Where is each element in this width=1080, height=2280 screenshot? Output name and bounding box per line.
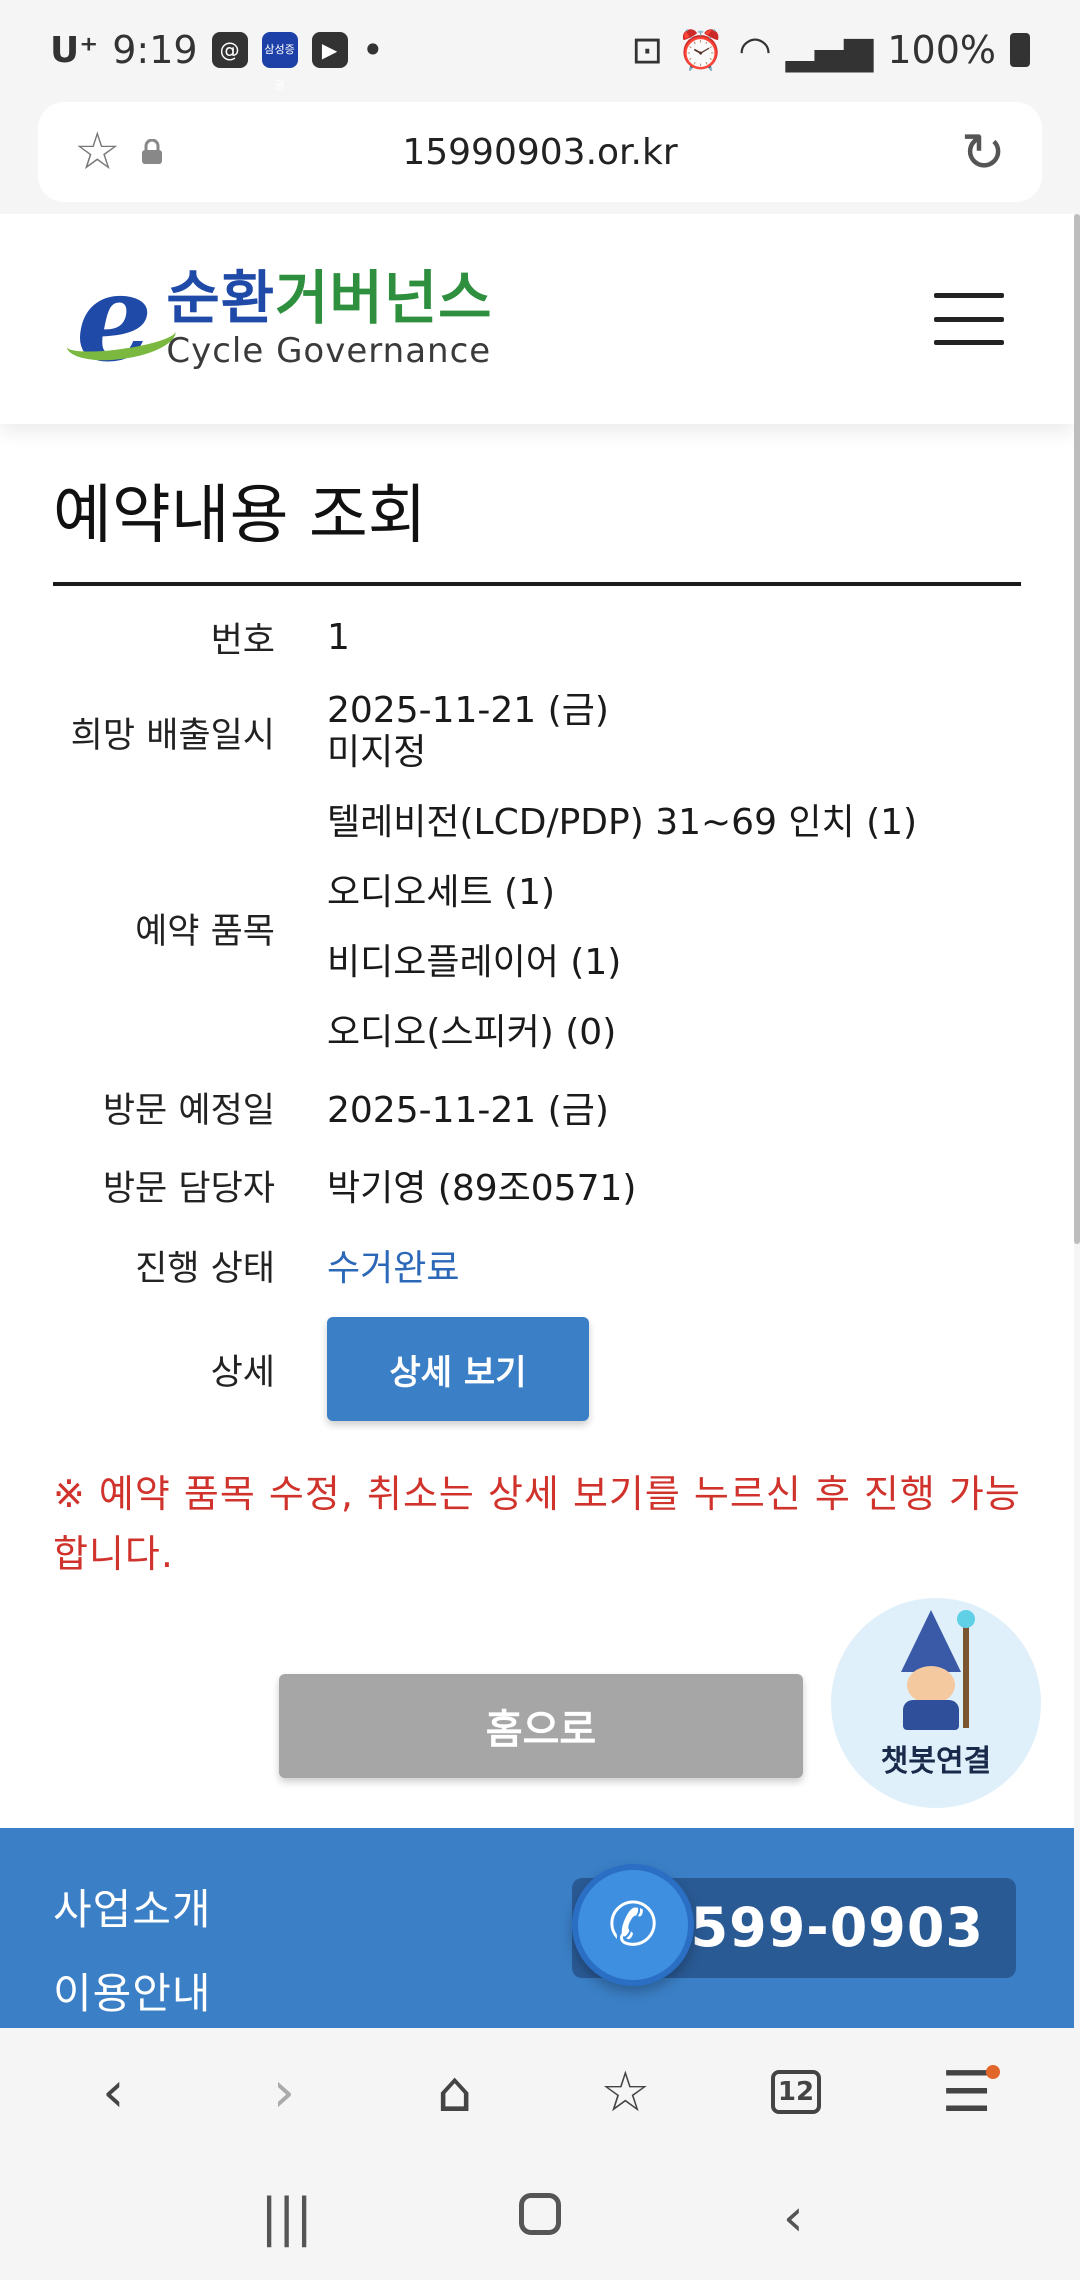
main-content: 예약내용 조회 번호 1 희망 배출일시 2025-11-21 (금) 미지정 … xyxy=(0,424,1074,1854)
wifi-icon: ◠ xyxy=(738,28,772,72)
menu-line xyxy=(934,316,1004,322)
status-value: 수거완료 xyxy=(327,1248,460,1289)
system-home-button[interactable] xyxy=(490,2188,590,2248)
web-page: e 순환거버넌스 Cycle Governance 예약내용 조회 번호 1 희… xyxy=(0,214,1074,2028)
status-bar: U⁺ 9:19 @ 삼성증권 ▶ • ⊡ ⏰ ◠ ▂▄▆ 100% xyxy=(0,0,1080,100)
alarm-icon: ⏰ xyxy=(677,27,725,72)
browser-menu-icon[interactable]: ☰ xyxy=(912,2037,1022,2147)
detail-value: 상세 보기 xyxy=(327,1317,589,1421)
notification-dot xyxy=(985,2065,1000,2079)
row-number: 번호 1 xyxy=(53,596,1021,678)
tabs-button[interactable]: 12 xyxy=(741,2037,851,2147)
row-desired-date: 희망 배출일시 2025-11-21 (금) 미지정 xyxy=(53,678,1021,786)
reservation-info-table: 번호 1 희망 배출일시 2025-11-21 (금) 미지정 예약 품목 텔레… xyxy=(53,596,1021,1434)
chatbot-label: 챗봇연결 xyxy=(880,1744,992,1779)
youtube-icon: ▶ xyxy=(311,32,348,68)
desired-date-value: 2025-11-21 (금) 미지정 xyxy=(327,690,609,774)
visit-date-value: 2025-11-21 (금) xyxy=(327,1090,609,1131)
site-logo[interactable]: e 순환거버넌스 Cycle Governance xyxy=(63,259,493,379)
home-row: 홈으로 챗봇연결 xyxy=(53,1584,1041,1854)
status-label: 진행 상태 xyxy=(135,1248,275,1289)
desired-date: 2025-11-21 (금) xyxy=(327,690,609,731)
chatbot-wizard-icon xyxy=(893,1610,979,1730)
number-label: 번호 xyxy=(210,620,275,661)
row-visit-staff: 방문 담당자 박기영 (89조0571) xyxy=(53,1144,1021,1226)
list-item: 오디오세트 (1) xyxy=(327,872,556,913)
detail-label: 상세 xyxy=(210,1352,275,1393)
row-detail: 상세 상세 보기 xyxy=(53,1304,1021,1434)
row-progress-status: 진행 상태 수거완료 xyxy=(53,1226,1021,1304)
samsung-securities-icon: 삼성증권 xyxy=(261,32,298,92)
site-footer: 사업소개 이용안내 1599-0903 ✆ xyxy=(0,1828,1074,2028)
reload-icon[interactable]: ↻ xyxy=(961,121,1006,184)
number-value: 1 xyxy=(327,616,350,658)
status-right: ⊡ ⏰ ◠ ▂▄▆ 100% xyxy=(631,28,1030,73)
tabs-count: 12 xyxy=(770,2070,821,2114)
view-detail-button[interactable]: 상세 보기 xyxy=(327,1317,589,1421)
row-reserved-items: 예약 품목 텔레비전(LCD/PDP) 31~69 인치 (1) 오디오세트 (… xyxy=(53,786,1021,1070)
desired-time: 미지정 xyxy=(327,732,427,773)
reserved-items-list: 텔레비전(LCD/PDP) 31~69 인치 (1) 오디오세트 (1) 비디오… xyxy=(327,788,917,1068)
logo-english: Cycle Governance xyxy=(166,330,492,371)
browser-toolbar: ‹ › ⌂ ☆ 12 ☰ xyxy=(0,2028,1080,2156)
logo-swoosh xyxy=(63,311,179,367)
lock-screen-icon: ⊡ xyxy=(631,28,664,72)
home-square-icon xyxy=(518,2193,561,2235)
address-bar[interactable]: ☆ 15990903.or.kr ↻ xyxy=(38,102,1042,202)
forward-icon[interactable]: › xyxy=(229,2037,339,2147)
clock: 9:19 xyxy=(112,28,198,72)
lock-icon xyxy=(141,139,162,164)
home-icon[interactable]: ⌂ xyxy=(400,2037,510,2147)
logo-korean: 순환거버넌스 xyxy=(166,264,493,333)
bookmark-star-icon[interactable]: ☆ xyxy=(74,122,121,182)
url-text: 15990903.or.kr xyxy=(402,131,678,173)
back-icon[interactable]: ‹ xyxy=(58,2037,168,2147)
visit-staff-label: 방문 담당자 xyxy=(102,1168,275,1209)
visit-date-label: 방문 예정일 xyxy=(102,1090,275,1131)
site-header: e 순환거버넌스 Cycle Governance xyxy=(0,214,1074,424)
chatbot-button[interactable]: 챗봇연결 xyxy=(831,1598,1041,1808)
home-button[interactable]: 홈으로 xyxy=(279,1674,803,1778)
battery-icon xyxy=(1010,33,1030,67)
carrier-label: U⁺ xyxy=(50,29,99,71)
hamburger-menu-button[interactable] xyxy=(934,289,1004,349)
threads-icon: @ xyxy=(211,32,248,68)
recent-apps-icon[interactable]: ||| xyxy=(237,2188,337,2248)
menu-line xyxy=(934,340,1004,345)
menu-line xyxy=(934,293,1004,298)
battery-percent: 100% xyxy=(887,28,996,72)
list-item: 텔레비전(LCD/PDP) 31~69 인치 (1) xyxy=(327,802,918,843)
system-navigation-bar: ||| ‹ xyxy=(0,2156,1080,2280)
bookmarks-icon[interactable]: ☆ xyxy=(570,2037,680,2147)
phone-icon: ✆ xyxy=(572,1864,694,1986)
status-left: U⁺ 9:19 @ 삼성증권 ▶ • xyxy=(50,28,384,92)
list-item: 오디오(스피커) (0) xyxy=(327,1012,617,1053)
row-visit-date: 방문 예정일 2025-11-21 (금) xyxy=(53,1070,1021,1144)
logo-text: 순환거버넌스 Cycle Governance xyxy=(166,264,493,371)
list-item: 비디오플레이어 (1) xyxy=(327,942,622,983)
reserved-items-label: 예약 품목 xyxy=(135,911,275,952)
more-notifications-dot: • xyxy=(361,28,384,72)
edit-cancel-notice: ※ 예약 품목 수정, 취소는 상세 보기를 누르신 후 진행 가능합니다. xyxy=(53,1472,1021,1576)
visit-staff-value: 박기영 (89조0571) xyxy=(327,1168,637,1209)
page-title: 예약내용 조회 xyxy=(53,460,1021,586)
signal-icon: ▂▄▆ xyxy=(785,28,874,72)
page-scrollbar[interactable] xyxy=(1074,214,1080,1244)
phone-number: 1599-0903 xyxy=(652,1896,984,1959)
desired-date-label: 희망 배출일시 xyxy=(70,715,275,756)
logo-e-mark: e xyxy=(63,259,179,379)
system-back-icon[interactable]: ‹ xyxy=(743,2188,843,2248)
